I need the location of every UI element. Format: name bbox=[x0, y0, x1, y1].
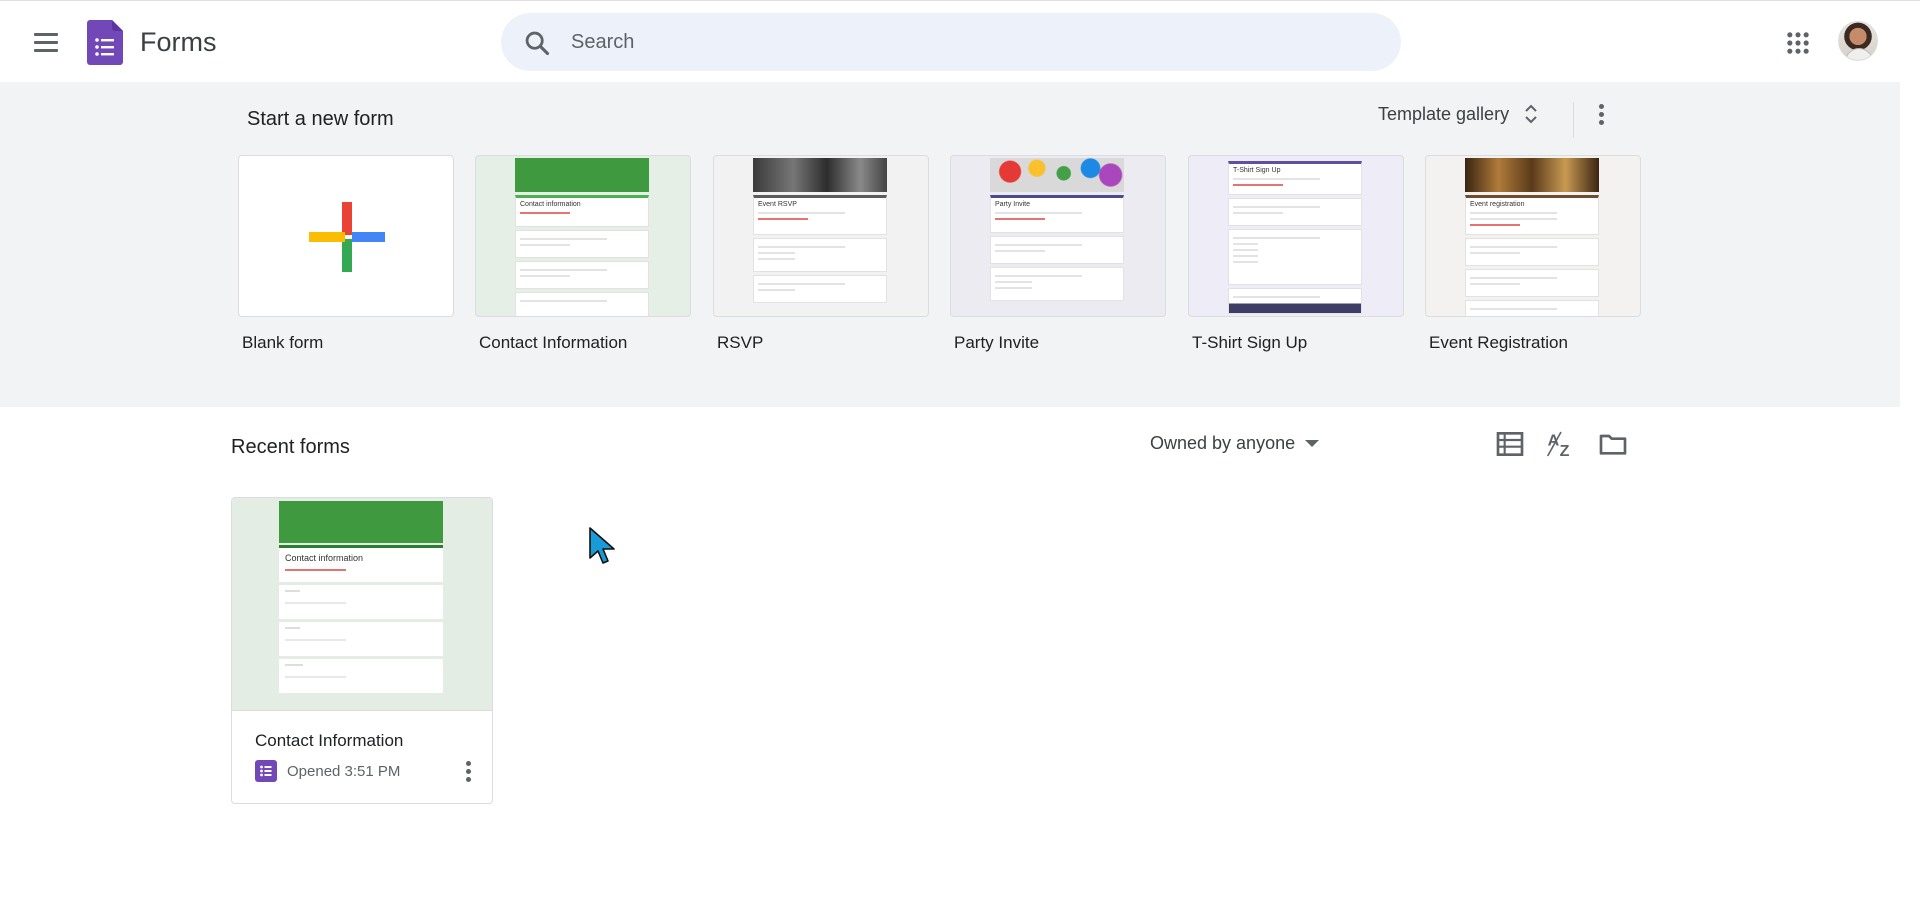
template-label: Contact Information bbox=[479, 333, 628, 352]
google-apps-icon[interactable] bbox=[1784, 29, 1812, 57]
form-opened-time: Opened 3:51 PM bbox=[287, 762, 401, 780]
search-icon[interactable] bbox=[523, 29, 551, 57]
template-contact-information[interactable]: Contact information Contact Information bbox=[475, 155, 691, 353]
recent-forms-title: Recent forms bbox=[231, 436, 350, 458]
search-input[interactable] bbox=[571, 26, 1351, 58]
svg-text:Z: Z bbox=[1560, 443, 1570, 460]
form-thumbnail: Contact information bbox=[232, 498, 492, 711]
template-thumbnail: T-Shirt Sign Up bbox=[1188, 155, 1404, 317]
list-view-icon[interactable] bbox=[1494, 428, 1526, 460]
main-menu-icon[interactable] bbox=[24, 22, 64, 62]
template-thumbnail: Party Invite bbox=[950, 155, 1166, 317]
template-thumbnail: Event registration bbox=[1425, 155, 1641, 317]
folder-icon[interactable] bbox=[1597, 428, 1629, 460]
template-section: Start a new form Template gallery Blank … bbox=[0, 82, 1900, 407]
owner-filter-dropdown[interactable]: Owned by anyone bbox=[1150, 428, 1320, 458]
sort-az-icon[interactable]: A Z bbox=[1545, 428, 1577, 460]
form-meta: Opened 3:51 PM bbox=[255, 760, 400, 782]
template-more-icon[interactable] bbox=[1586, 100, 1616, 130]
forms-logo-icon[interactable] bbox=[87, 20, 123, 65]
unfold-icon bbox=[1525, 104, 1537, 124]
template-label: T-Shirt Sign Up bbox=[1192, 333, 1308, 352]
app-title[interactable]: Forms bbox=[140, 27, 217, 58]
divider bbox=[1573, 102, 1574, 138]
form-title: Contact Information bbox=[255, 731, 404, 750]
template-gallery-label: Template gallery bbox=[1378, 103, 1510, 124]
template-label: Event Registration bbox=[1429, 333, 1568, 352]
template-event-registration[interactable]: Event registration Event Registration bbox=[1425, 155, 1641, 353]
dropdown-arrow-icon bbox=[1305, 439, 1320, 447]
template-rsvp[interactable]: Event RSVP RSVP bbox=[713, 155, 929, 353]
form-more-icon[interactable] bbox=[453, 757, 483, 787]
plus-icon bbox=[309, 202, 385, 272]
forms-file-icon bbox=[255, 760, 277, 782]
template-thumbnail bbox=[238, 155, 454, 317]
template-tshirt-signup[interactable]: T-Shirt Sign Up T-Shirt Sign Up bbox=[1188, 155, 1404, 353]
template-label: RSVP bbox=[717, 333, 764, 352]
recent-form-card[interactable]: Contact information Contact Information … bbox=[231, 497, 493, 804]
search-bar[interactable] bbox=[501, 13, 1401, 71]
owner-filter-label: Owned by anyone bbox=[1150, 432, 1296, 453]
mouse-cursor-icon bbox=[589, 527, 615, 564]
template-label: Party Invite bbox=[954, 333, 1040, 352]
template-label: Blank form bbox=[242, 333, 324, 352]
template-section-title: Start a new form bbox=[247, 108, 394, 130]
template-party-invite[interactable]: Party Invite Party Invite bbox=[950, 155, 1166, 353]
account-avatar[interactable] bbox=[1838, 21, 1878, 61]
top-bar: Forms bbox=[0, 0, 1920, 82]
template-blank-form[interactable]: Blank form bbox=[238, 155, 454, 353]
template-gallery-button[interactable]: Template gallery bbox=[1366, 96, 1551, 132]
template-thumbnail: Contact information bbox=[475, 155, 691, 317]
template-thumbnail: Event RSVP bbox=[713, 155, 929, 317]
